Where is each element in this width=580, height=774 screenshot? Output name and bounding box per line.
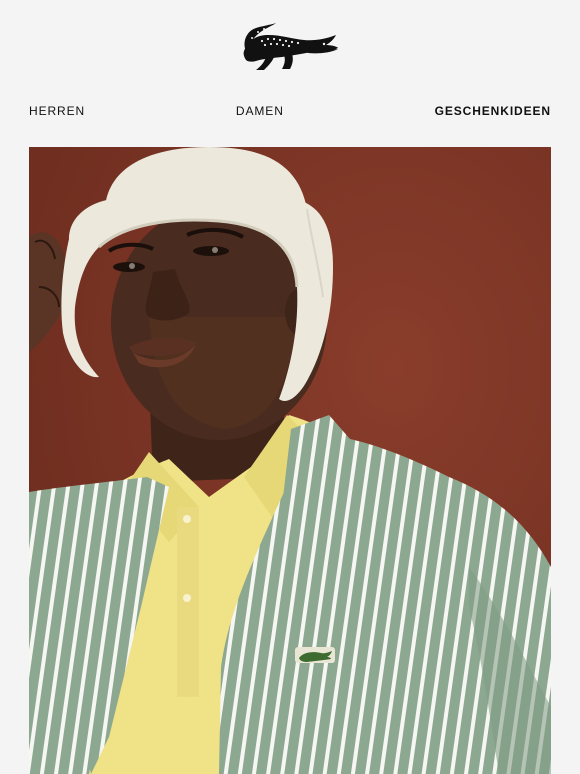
- main-nav: HERREN DAMEN GESCHENKIDEEN: [29, 102, 551, 120]
- hero-image-link[interactable]: [29, 147, 551, 774]
- nav-geschenkideen[interactable]: GESCHENKIDEEN: [435, 102, 551, 120]
- newsletter-page: HERREN DAMEN GESCHENKIDEEN: [0, 0, 580, 774]
- nav-herren[interactable]: HERREN: [29, 102, 85, 120]
- hero-photo: [29, 147, 551, 774]
- nav-damen[interactable]: DAMEN: [236, 102, 284, 120]
- crocodile-icon: [243, 23, 338, 70]
- crocodile-badge-icon: [295, 647, 335, 663]
- brand-logo-link[interactable]: [238, 17, 342, 77]
